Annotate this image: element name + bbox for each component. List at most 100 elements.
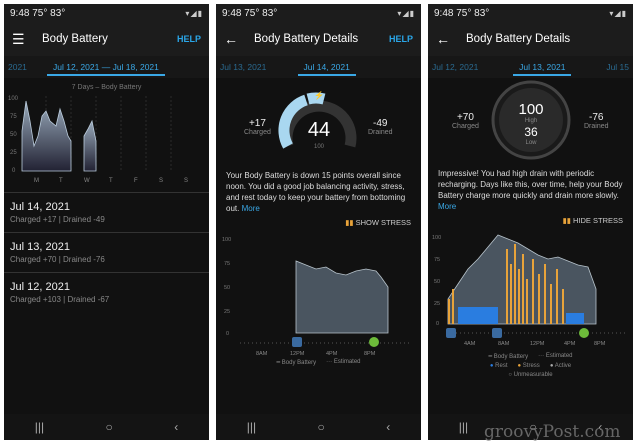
weekly-chart: 100 75 50 25 0 M T W T F S S — [8, 96, 188, 184]
status-time: 9:48 — [10, 7, 30, 19]
legend-estimated: ··· Estimated — [538, 353, 573, 359]
status-temp: 75° 83° — [456, 7, 490, 19]
x-tick: 12PM — [290, 351, 305, 357]
x-tick: S — [184, 178, 188, 184]
insight-text: Impressive! You had high drain with peri… — [428, 168, 633, 212]
day-summary: Charged +17 | Drained -49 — [10, 215, 105, 224]
drained-stat: -49 Drained — [368, 118, 393, 136]
y-tick: 75 — [10, 114, 17, 120]
legend-stress: ● Stress — [517, 363, 540, 369]
home-icon[interactable]: ○ — [318, 420, 325, 434]
y-tick: 25 — [10, 150, 17, 156]
x-tick: 12PM — [530, 341, 545, 347]
status-icons: ▾◢▮ — [609, 8, 627, 18]
legend-label: Estimated — [333, 359, 361, 365]
status-temp: 75° 83° — [244, 7, 278, 19]
list-item[interactable]: Jul 13, 2021 Charged +70 | Drained -76 — [4, 232, 209, 272]
x-tick: 4AM — [464, 341, 476, 347]
y-tick: 0 — [12, 168, 16, 174]
status-time: 9:48 — [434, 7, 454, 19]
x-tick: S — [159, 178, 163, 184]
legend-label: Body Battery — [493, 354, 529, 360]
y-tick: 100 — [8, 96, 19, 102]
date-bar: Jul 12, 2021 Jul 13, 2021 Jul 15 — [428, 56, 633, 78]
legend-unmeasurable: ○ Unmeasurable — [508, 372, 553, 378]
legend-label: Body Battery — [281, 360, 317, 366]
x-tick: 8PM — [594, 341, 606, 347]
back-arrow-icon[interactable]: ← — [436, 31, 452, 47]
legend-body-battery: ━ Body Battery — [276, 360, 317, 366]
chart-title: 7 Days – Body Battery — [71, 84, 142, 91]
drained-stat: -76 Drained — [584, 112, 609, 130]
y-tick: 50 — [10, 132, 17, 138]
date-selected[interactable]: Jul 12, 2021 — Jul 18, 2021 — [47, 58, 165, 76]
stress-toggle-label: HIDE STRESS — [572, 216, 623, 225]
stress-toggle[interactable]: ▮▮ SHOW STRESS — [216, 214, 421, 231]
help-button[interactable]: HELP — [389, 34, 413, 44]
legend-label: Active — [554, 363, 572, 369]
more-link[interactable]: More — [438, 202, 456, 211]
date-next[interactable]: Jul 15 — [606, 62, 629, 72]
home-icon[interactable]: ○ — [106, 420, 113, 434]
y-tick: 25 — [224, 309, 230, 315]
drained-label: Drained — [368, 129, 393, 136]
back-icon[interactable]: ‹ — [386, 420, 390, 434]
legend-label: Unmeasurable — [513, 372, 553, 378]
weekly-area — [21, 100, 72, 172]
daily-stress-chart: 100 75 50 25 0 4AM 8AM 12PM 4PM 8PM — [432, 234, 628, 347]
battery-area — [295, 260, 389, 334]
app-bar: ← Body Battery Details — [428, 22, 633, 56]
list-item[interactable]: Jul 14, 2021 Charged +17 | Drained -49 — [4, 192, 209, 232]
legend-active: ● Active — [549, 363, 572, 369]
gauge-value: 44 — [308, 119, 330, 141]
y-tick: 75 — [224, 261, 230, 267]
stress-legend: ● Rest ● Stress ● Active — [428, 363, 633, 369]
back-arrow-icon[interactable]: ← — [224, 31, 240, 47]
activity-marker-icon — [369, 337, 379, 347]
status-bar: 9:48 75° 83° ▾◢▮ — [4, 4, 209, 22]
legend-label: Stress — [522, 363, 540, 369]
x-tick: 8PM — [364, 351, 376, 357]
unmeasurable-legend: ○ Unmeasurable — [428, 372, 633, 378]
bolt-icon: ⚡ — [314, 90, 324, 100]
date-selected[interactable]: Jul 13, 2021 — [513, 58, 572, 76]
menu-icon[interactable]: ☰ — [12, 31, 28, 48]
date-prev[interactable]: 2021 — [8, 62, 27, 72]
more-link[interactable]: More — [242, 204, 260, 213]
status-icons: ▾◢▮ — [185, 8, 203, 18]
recents-icon[interactable]: ||| — [459, 420, 468, 434]
weekly-area-2 — [83, 119, 97, 172]
list-item[interactable]: Jul 12, 2021 Charged +103 | Drained -67 — [4, 272, 209, 312]
x-tick: T — [109, 178, 113, 184]
date-selected[interactable]: Jul 14, 2021 — [297, 58, 356, 76]
x-tick: M — [34, 178, 39, 184]
phone-screen-details-jul14: 9:48 75° 83° ▾◢▮ ← Body Battery Details … — [216, 4, 421, 440]
help-button[interactable]: HELP — [177, 34, 201, 44]
chart-legend: ━ Body Battery ··· Estimated — [216, 359, 421, 366]
y-tick: 100 — [222, 237, 231, 243]
date-range-bar: 2021 Jul 12, 2021 — Jul 18, 2021 — [4, 56, 209, 78]
date-prev[interactable]: Jul 13, 2021 — [220, 62, 266, 72]
charged-value: +70 — [456, 112, 474, 123]
back-icon[interactable]: ‹ — [174, 420, 178, 434]
date-prev[interactable]: Jul 12, 2021 — [432, 62, 478, 72]
stress-bars-icon: ▮▮ — [562, 216, 573, 225]
daily-chart: 100 75 50 25 0 8AM 12PM 4PM 8PM — [222, 237, 411, 357]
app-bar: ☰ Body Battery HELP — [4, 22, 209, 56]
x-tick: 4PM — [564, 341, 576, 347]
x-tick: W — [84, 178, 90, 184]
system-nav-bar: ||| ○ ‹ — [216, 414, 421, 440]
y-tick: 0 — [436, 321, 439, 327]
recents-icon[interactable]: ||| — [247, 420, 256, 434]
system-nav-bar: ||| ○ ‹ — [4, 414, 209, 440]
stress-toggle[interactable]: ▮▮ HIDE STRESS — [428, 212, 633, 229]
recents-icon[interactable]: ||| — [35, 420, 44, 434]
charged-stat: +70 Charged — [452, 112, 479, 130]
x-tick: 4PM — [326, 351, 338, 357]
chart-legend: ━ Body Battery ··· Estimated — [428, 353, 633, 360]
phone-screen-body-battery: 9:48 75° 83° ▾◢▮ ☰ Body Battery HELP 202… — [4, 4, 209, 440]
gauge-section: 100 High 36 Low +70 Charged -76 Drained — [428, 78, 633, 162]
status-icons: ▾◢▮ — [397, 8, 415, 18]
insight-body: Impressive! You had high drain with peri… — [438, 169, 623, 200]
drained-value: -49 — [373, 118, 388, 129]
